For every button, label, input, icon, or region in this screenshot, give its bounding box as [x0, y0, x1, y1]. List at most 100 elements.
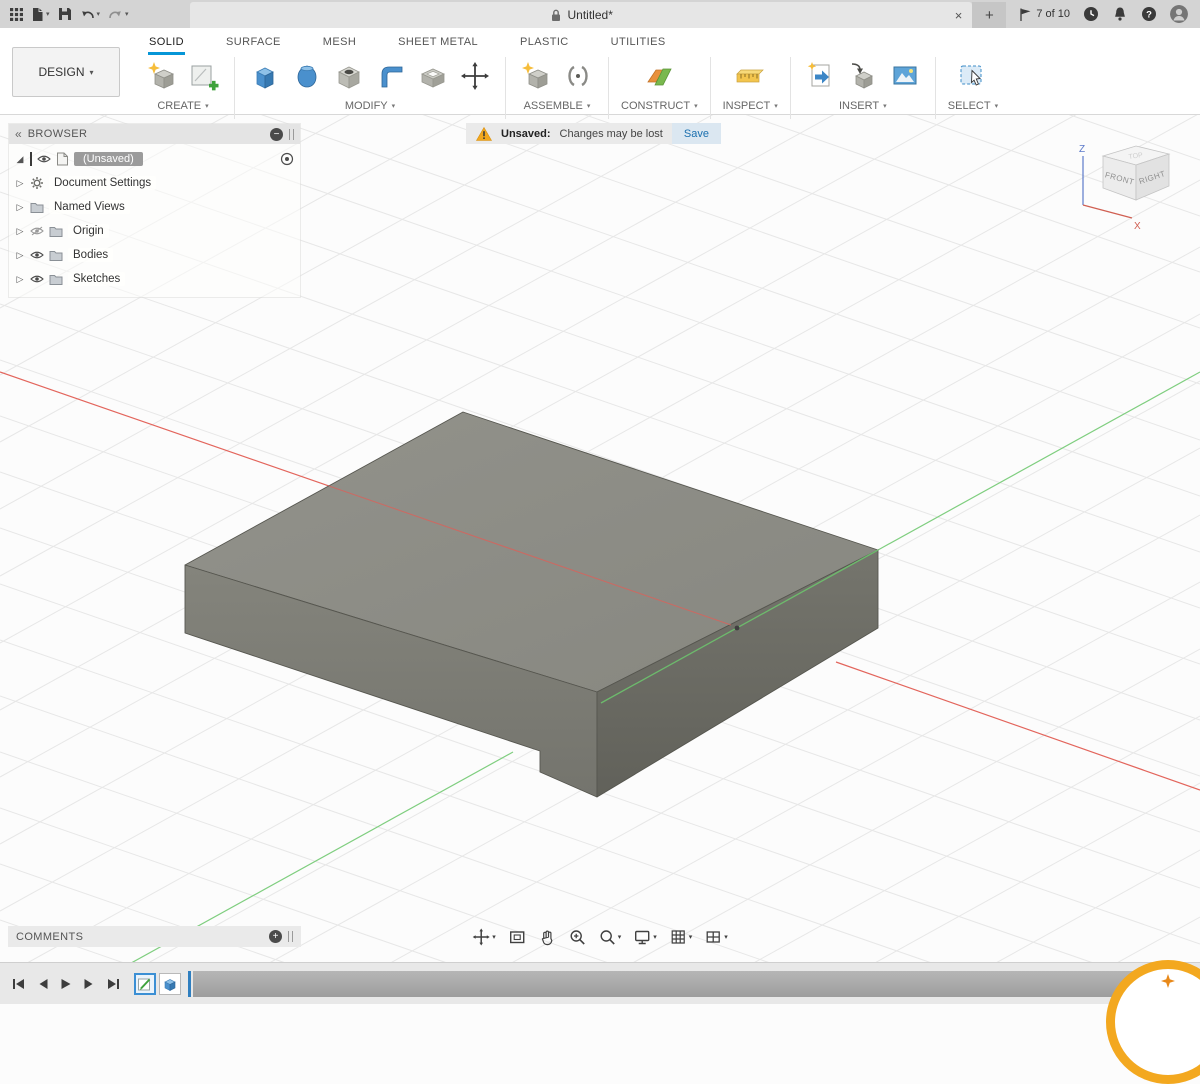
redo-button[interactable]: ▾: [108, 8, 129, 21]
fillet-icon: [376, 61, 406, 91]
comments-panel[interactable]: COMMENTS +: [8, 926, 301, 947]
collapse-panel-icon[interactable]: «: [15, 128, 22, 140]
notifications-button[interactable]: [1112, 6, 1128, 22]
step-back-button[interactable]: [37, 978, 49, 990]
visibility-toggle[interactable]: [37, 154, 51, 164]
select-button[interactable]: [955, 57, 991, 95]
browser-row-document-settings[interactable]: ▷ Document Settings: [9, 171, 300, 195]
zoom-in-out-button[interactable]: [568, 928, 586, 946]
active-component-bar: [30, 152, 32, 166]
insert-canvas-button[interactable]: [887, 57, 923, 95]
step-forward-button[interactable]: [83, 978, 95, 990]
comments-title: COMMENTS: [16, 931, 263, 943]
expand-arrow[interactable]: ▷: [15, 226, 25, 237]
tab-mesh[interactable]: MESH: [322, 33, 357, 55]
modify-dropdown[interactable]: MODIFY▾: [345, 100, 395, 112]
construct-plane-icon: [644, 61, 674, 91]
save-button[interactable]: [58, 7, 72, 21]
expand-arrow[interactable]: ▷: [15, 202, 25, 213]
play-button[interactable]: [60, 978, 72, 990]
insert-dropdown[interactable]: INSERT▾: [839, 100, 887, 112]
document-tab[interactable]: Untitled* ×: [190, 2, 972, 28]
tab-sheet-metal[interactable]: SHEET METAL: [397, 33, 479, 55]
extrude-button[interactable]: [247, 57, 283, 95]
visibility-toggle[interactable]: [30, 250, 44, 260]
fit-view-button[interactable]: [508, 928, 526, 946]
save-link[interactable]: Save: [672, 123, 721, 144]
help-button[interactable]: ?: [1141, 6, 1157, 22]
timeline-playhead[interactable]: [188, 971, 191, 997]
expand-arrow[interactable]: ▷: [15, 178, 25, 189]
titlebar-left: ▾ ▾ ▾: [0, 0, 190, 28]
tab-plastic[interactable]: PLASTIC: [519, 33, 570, 55]
visibility-toggle[interactable]: [30, 226, 44, 236]
job-status[interactable]: 7 of 10: [1018, 7, 1070, 22]
app-menu-button[interactable]: [10, 8, 23, 21]
root-expand-arrow[interactable]: ◢: [15, 154, 25, 165]
tab-utilities[interactable]: UTILITIES: [610, 33, 667, 55]
shell-button[interactable]: [415, 57, 451, 95]
grid-snap-button[interactable]: ▾: [669, 928, 693, 946]
hole-button[interactable]: [331, 57, 367, 95]
visibility-toggle[interactable]: [30, 274, 44, 284]
timeline-extrude-feature[interactable]: [159, 973, 181, 995]
browser-row-bodies[interactable]: ▷ Bodies: [9, 243, 300, 267]
insert-mesh-button[interactable]: [845, 57, 881, 95]
browser-row-origin[interactable]: ▷ Origin: [9, 219, 300, 243]
revolve-button[interactable]: [289, 57, 325, 95]
browser-header[interactable]: « BROWSER −: [9, 124, 300, 144]
insert-derive-button[interactable]: [803, 57, 839, 95]
play-icon: [60, 978, 72, 990]
fit-frame-icon: [508, 928, 526, 946]
browser-root-row[interactable]: ◢ (Unsaved): [9, 147, 300, 171]
joint-button[interactable]: [560, 57, 596, 95]
collapse-tree-button[interactable]: −: [270, 128, 283, 141]
avatar[interactable]: [1170, 5, 1188, 23]
panel-grip[interactable]: [289, 129, 294, 140]
browser-row-named-views[interactable]: ▷ Named Views: [9, 195, 300, 219]
construct-dropdown[interactable]: CONSTRUCT▾: [621, 100, 698, 112]
create-dropdown[interactable]: CREATE▾: [157, 100, 208, 112]
measure-button[interactable]: [732, 57, 768, 95]
go-to-end-button[interactable]: [106, 978, 120, 990]
solid-body[interactable]: [185, 412, 878, 797]
recent-button[interactable]: [1083, 6, 1099, 22]
file-menu-button[interactable]: ▾: [31, 7, 50, 22]
origin-point: [735, 626, 740, 631]
assemble-dropdown[interactable]: ASSEMBLE▾: [524, 100, 591, 112]
eye-icon: [37, 154, 51, 164]
pan-button[interactable]: [538, 928, 556, 946]
browser-row-sketches[interactable]: ▷ Sketches: [9, 267, 300, 291]
activate-component-radio[interactable]: [280, 152, 294, 166]
move-button[interactable]: [457, 57, 493, 95]
inspect-dropdown[interactable]: INSPECT▾: [723, 100, 778, 112]
tab-solid[interactable]: SOLID: [148, 33, 185, 55]
shell-icon: [418, 61, 448, 91]
construct-plane-button[interactable]: [641, 57, 677, 95]
undo-button[interactable]: ▾: [80, 8, 101, 21]
workspace-switcher[interactable]: DESIGN ▾: [12, 47, 120, 97]
new-tab-button[interactable]: +: [972, 2, 1006, 28]
new-component-button[interactable]: [518, 57, 554, 95]
timeline-track[interactable]: [193, 971, 1200, 997]
timeline-sketch-feature[interactable]: [134, 973, 156, 995]
expand-arrow[interactable]: ▷: [15, 274, 25, 285]
zoom-window-button[interactable]: ▾: [598, 928, 622, 946]
tab-surface[interactable]: SURFACE: [225, 33, 282, 55]
new-body-button[interactable]: [144, 57, 180, 95]
viewports-button[interactable]: ▾: [704, 928, 728, 946]
display-settings-button[interactable]: ▾: [633, 928, 657, 946]
svg-text:?: ?: [1146, 9, 1152, 20]
fillet-button[interactable]: [373, 57, 409, 95]
browser-item-label: Bodies: [68, 248, 113, 262]
root-document-label[interactable]: (Unsaved): [74, 152, 143, 166]
select-dropdown[interactable]: SELECT▾: [948, 100, 998, 112]
close-tab-button[interactable]: ×: [955, 9, 963, 22]
add-comment-button[interactable]: +: [269, 930, 282, 943]
create-sketch-button[interactable]: [186, 57, 222, 95]
panel-grip[interactable]: [288, 931, 293, 942]
expand-arrow[interactable]: ▷: [15, 250, 25, 261]
orbit-button[interactable]: ▾: [472, 928, 496, 946]
go-to-start-button[interactable]: [12, 978, 26, 990]
viewcube[interactable]: Z X TOP FRONT RIGHT: [1070, 138, 1185, 238]
